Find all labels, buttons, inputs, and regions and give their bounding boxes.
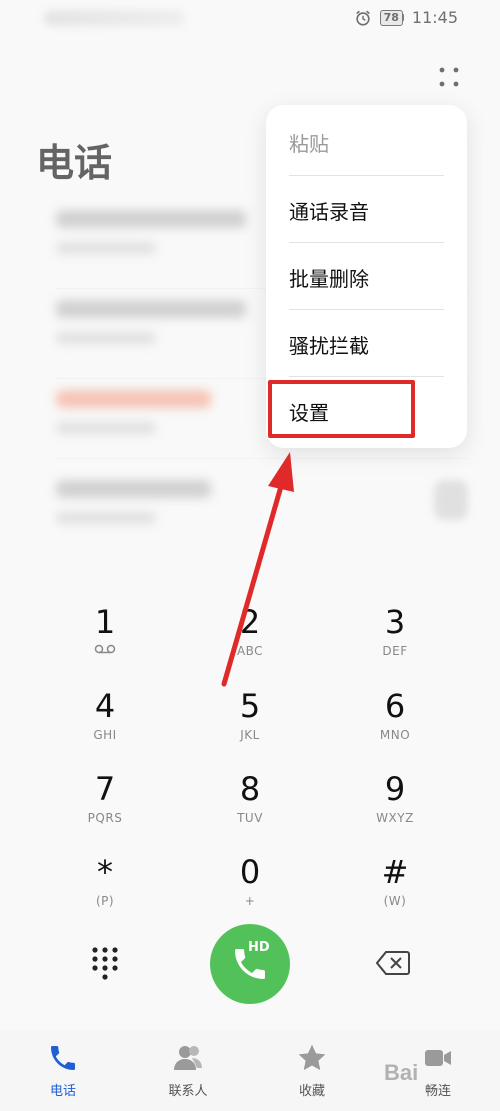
key-digit: 5 <box>239 687 261 725</box>
status-time: 11:45 <box>411 8 458 27</box>
key-digit: 6 <box>384 687 406 725</box>
tab-label: 收藏 <box>298 1084 325 1099</box>
menu-item-label: 通话录音 <box>289 200 369 224</box>
key-letters: PQRS <box>87 811 123 825</box>
backspace-icon[interactable] <box>376 950 410 976</box>
video-icon <box>425 1050 451 1066</box>
key-digit: 4 <box>94 687 116 725</box>
divider <box>289 175 444 176</box>
key-6[interactable]: 6 MNO <box>340 686 450 766</box>
key-letters: + <box>244 894 256 908</box>
divider <box>289 242 444 243</box>
key-4[interactable]: 4 GHI <box>50 686 160 766</box>
menu-item-label: 骚扰拦截 <box>289 334 369 358</box>
key-digit: 0 <box>239 853 261 891</box>
key-8[interactable]: 8 TUV <box>195 769 305 849</box>
menu-item-batch-delete[interactable]: 批量删除 <box>266 244 467 311</box>
call-info-button-blurred[interactable] <box>434 480 468 520</box>
divider <box>56 458 468 459</box>
dialpad-icon[interactable] <box>88 944 122 984</box>
battery-indicator: 78 <box>379 9 403 26</box>
hd-badge: HD <box>248 940 270 955</box>
status-right: 78 11:45 <box>354 8 458 27</box>
settings-highlight-box <box>268 380 415 438</box>
battery-level: 78 <box>383 11 399 24</box>
key-9[interactable]: 9 WXYZ <box>340 769 450 849</box>
status-carrier-blurred <box>44 10 184 26</box>
key-digit: 8 <box>239 770 261 808</box>
call-log-row[interactable] <box>56 480 476 550</box>
key-digit: 7 <box>94 770 116 808</box>
star-icon <box>298 1044 326 1071</box>
key-7[interactable]: 7 PQRS <box>50 769 160 849</box>
menu-item-label: 粘贴 <box>289 132 329 156</box>
more-dots-icon <box>439 67 459 87</box>
page-title: 电话 <box>36 141 113 185</box>
key-letters: JKL <box>240 728 260 742</box>
divider <box>289 309 444 310</box>
key-letters: GHI <box>93 728 117 742</box>
phone-icon <box>51 1046 75 1070</box>
tab-contacts[interactable]: 联系人 <box>138 1042 238 1099</box>
watermark: Bai <box>384 1060 419 1085</box>
key-digit: * <box>97 853 113 891</box>
key-letters: WXYZ <box>376 811 414 825</box>
key-1[interactable]: 1 <box>50 602 160 682</box>
key-letters: TUV <box>237 811 263 825</box>
menu-item-spam-block[interactable]: 骚扰拦截 <box>266 311 467 378</box>
key-letters: DEF <box>382 644 408 658</box>
status-bar: 78 11:45 <box>0 0 500 40</box>
menu-item-label: 批量删除 <box>289 267 369 291</box>
key-digit: 2 <box>239 603 261 641</box>
key-digit: 3 <box>384 603 406 641</box>
menu-item-call-recording[interactable]: 通话录音 <box>266 177 467 244</box>
call-button[interactable]: HD <box>210 924 290 1004</box>
key-digit: # <box>381 853 409 891</box>
key-digit: 1 <box>94 603 116 641</box>
key-5[interactable]: 5 JKL <box>195 686 305 766</box>
key-3[interactable]: 3 DEF <box>340 602 450 682</box>
more-options-button[interactable] <box>434 62 464 92</box>
key-2[interactable]: 2 ABC <box>195 602 305 682</box>
tab-phone[interactable]: 电话 <box>13 1042 113 1099</box>
tab-favorites[interactable]: 收藏 <box>262 1042 362 1099</box>
contacts-icon <box>174 1046 202 1070</box>
tab-label: 联系人 <box>168 1084 208 1099</box>
dial-actions: HD <box>0 920 500 1010</box>
key-digit: 9 <box>384 770 406 808</box>
battery-tip <box>401 14 404 21</box>
voicemail-icon <box>94 644 116 654</box>
menu-item-paste[interactable]: 粘贴 <box>266 109 467 176</box>
tab-label: 电话 <box>49 1084 76 1099</box>
key-letters: ABC <box>236 644 264 658</box>
bottom-tab-bar: 电话 联系人 收藏 畅连 <box>0 1030 500 1111</box>
alarm-icon <box>355 10 370 26</box>
key-letters: MNO <box>379 728 411 742</box>
divider <box>289 376 444 377</box>
key-letters: (W) <box>383 894 407 908</box>
key-letters: (P) <box>95 894 115 908</box>
